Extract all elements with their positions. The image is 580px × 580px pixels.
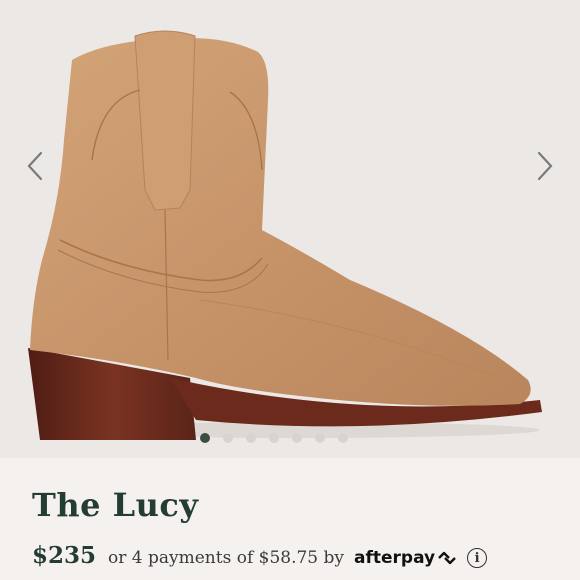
installment-text: or 4 payments of $58.75 by xyxy=(108,548,345,568)
pagination-dot[interactable] xyxy=(338,433,348,443)
product-title: The Lucy xyxy=(32,486,199,524)
product-image-gallery[interactable] xyxy=(0,0,580,458)
product-price: $235 xyxy=(32,542,97,569)
afterpay-arrows-icon xyxy=(438,551,456,565)
previous-image-button[interactable] xyxy=(20,146,50,186)
product-image xyxy=(28,30,542,440)
info-glyph: i xyxy=(474,550,480,566)
chevron-right-icon xyxy=(537,151,553,181)
chevron-left-icon xyxy=(27,151,43,181)
pagination-dot[interactable] xyxy=(200,433,210,443)
image-pagination-dots xyxy=(200,431,348,445)
afterpay-wordmark: afterpay xyxy=(354,548,436,568)
pagination-dot[interactable] xyxy=(269,433,279,443)
price-row: $235 or 4 payments of $58.75 by afterpay… xyxy=(32,542,488,574)
pagination-dot[interactable] xyxy=(246,433,256,443)
next-image-button[interactable] xyxy=(530,146,560,186)
pagination-dot[interactable] xyxy=(223,433,233,443)
pagination-dot[interactable] xyxy=(292,433,302,443)
pagination-dot[interactable] xyxy=(315,433,325,443)
product-info: The Lucy $235 or 4 payments of $58.75 by… xyxy=(0,458,580,580)
info-icon[interactable]: i xyxy=(467,548,488,568)
afterpay-logo: afterpay xyxy=(354,548,457,568)
